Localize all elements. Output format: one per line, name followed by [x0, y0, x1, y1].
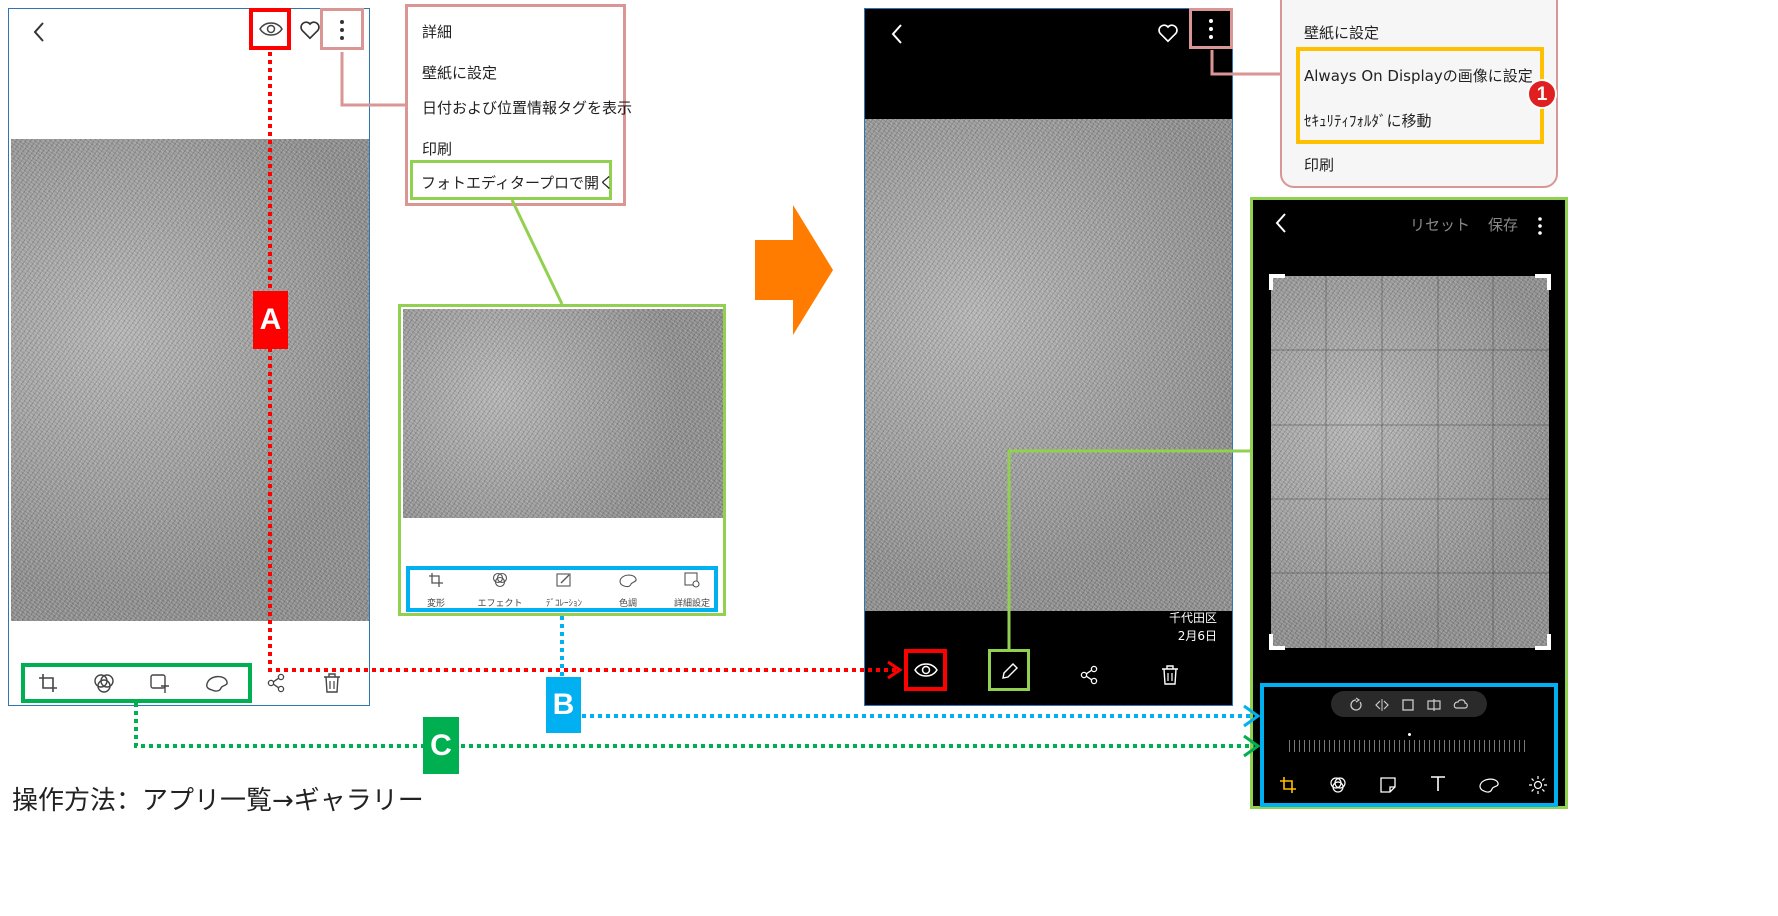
operation-caption: 操作方法：アプリ一覧→ギャラリー	[12, 786, 424, 816]
connector-lines	[134, 50, 1282, 758]
marker-a: A	[253, 291, 288, 349]
marker-c: C	[423, 717, 459, 774]
marker-b: B	[546, 677, 581, 733]
